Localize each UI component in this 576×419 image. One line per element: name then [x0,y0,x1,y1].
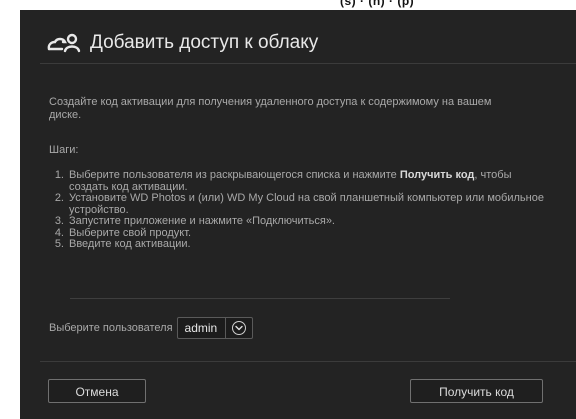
content-divider [70,298,450,299]
dialog-title: Добавить доступ к облаку [90,32,319,53]
steps-label: Шаги: [49,144,79,156]
get-code-emphasis: Получить код [399,169,475,181]
step-text: Запустите приложение и нажмите «Подключи… [69,215,335,227]
step-number: 1. [54,169,64,181]
cancel-button[interactable]: Отмена [48,379,146,403]
list-item: 5. Введите код активации. [49,238,549,251]
user-select-label: Выберите пользователя [49,322,173,334]
header-divider [40,63,576,64]
user-select-row: Выберите пользователя admin [49,317,254,339]
list-item: 1. Выберите пользователя из раскрывающег… [49,169,549,193]
add-cloud-access-dialog: Добавить доступ к облаку Создайте код ак… [20,10,576,419]
step-text: Установите WD Photos и (или) WD My Cloud… [69,192,544,216]
step-number: 5. [54,238,64,250]
footer-divider [40,361,576,362]
step-number: 3. [54,215,64,227]
background-heading-fragment: (s) · (n) · (p) [340,0,415,8]
step-text: Введите код активации. [69,238,191,250]
steps-list: 1. Выберите пользователя из раскрывающег… [49,169,549,251]
step-text-part: Выберите пользователя из раскрывающегося… [69,169,400,181]
get-code-button[interactable]: Получить код [410,379,543,403]
dropdown-toggle[interactable] [226,318,252,338]
user-dropdown-value[interactable]: admin [178,318,227,338]
list-item: 2. Установите WD Photos и (или) WD My Cl… [49,192,549,216]
step-text: Выберите пользователя из раскрывающегося… [69,169,549,193]
user-dropdown[interactable]: admin [176,317,254,339]
intro-text: Создайте код активации для получения уда… [49,96,492,121]
cloud-user-icon [46,32,84,54]
chevron-down-circle-icon[interactable] [232,321,247,335]
dialog-header: Добавить доступ к облаку [46,32,318,54]
list-item: 3. Запустите приложение и нажмите «Подкл… [49,215,549,228]
step-number: 2. [54,192,64,204]
